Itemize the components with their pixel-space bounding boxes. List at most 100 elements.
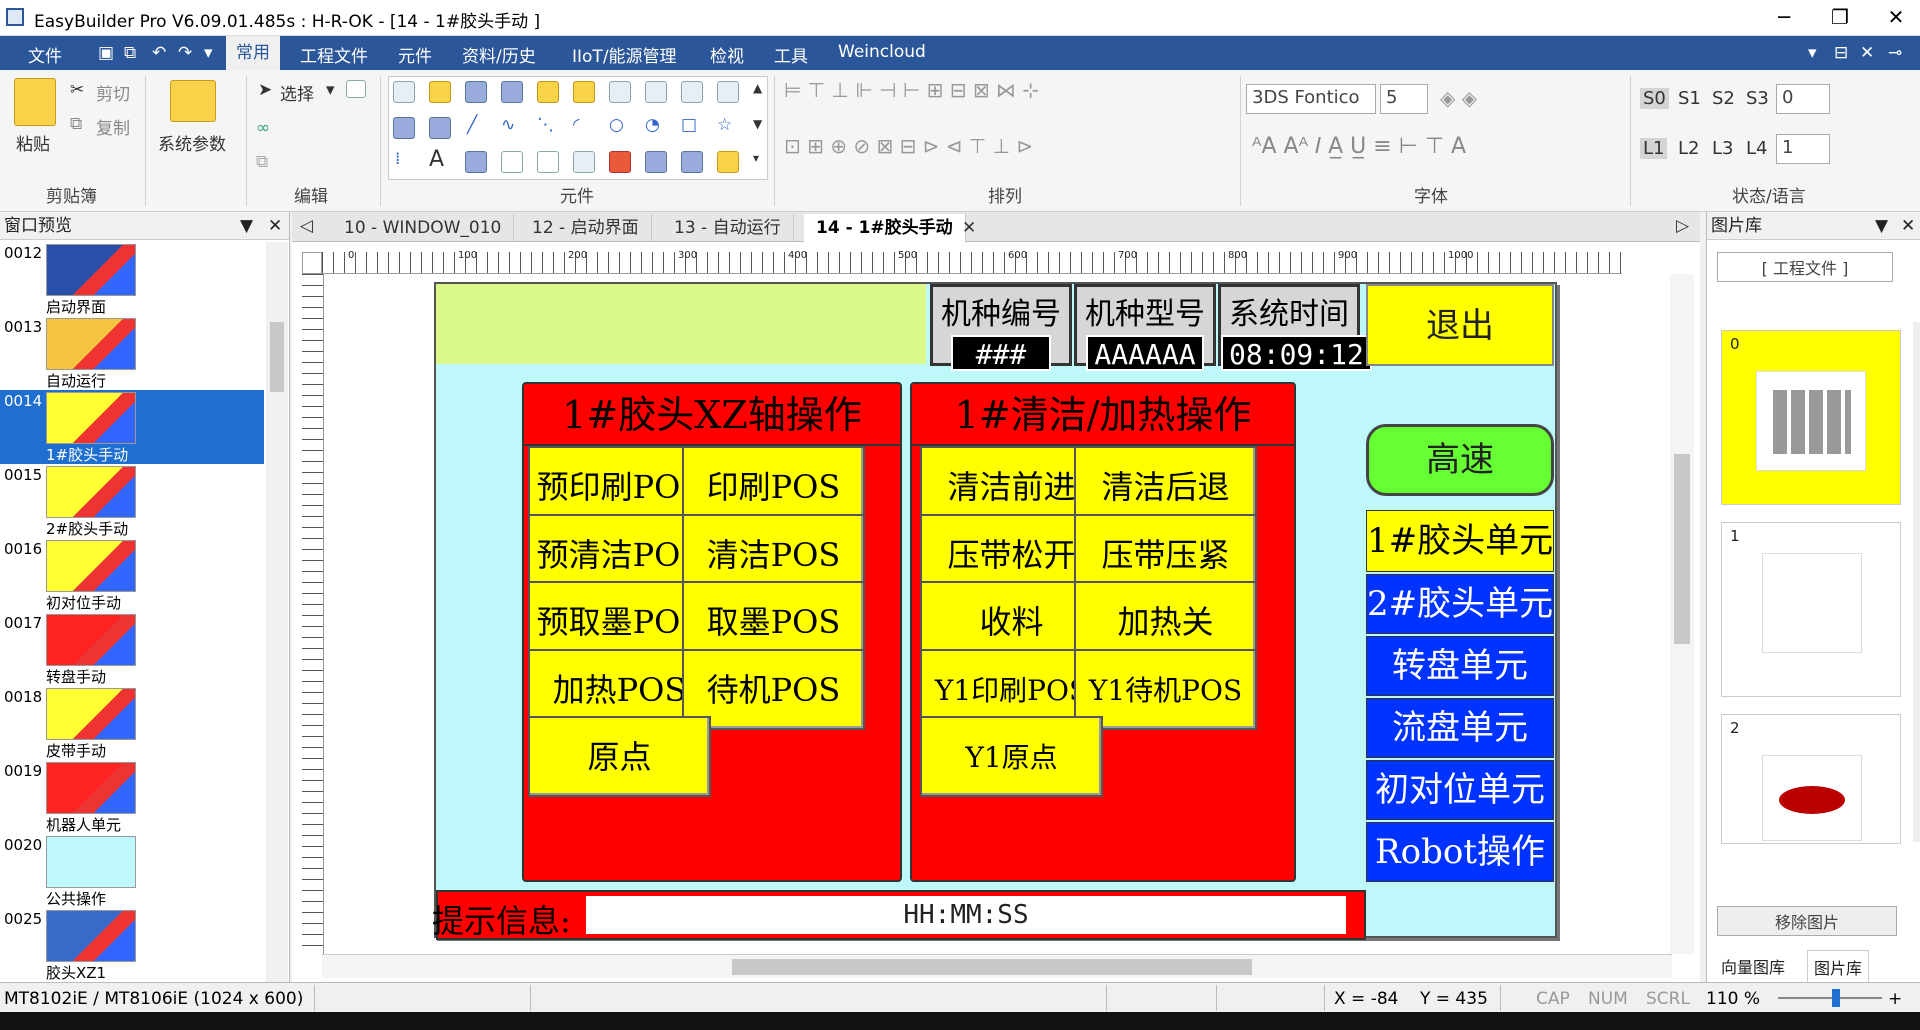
menu-home[interactable]: 常用 [226, 36, 280, 70]
tabs-scroll-right-icon[interactable]: ▷ [1676, 216, 1689, 236]
paste-button[interactable]: 粘贴 [16, 130, 50, 155]
ribbon-options-icon[interactable]: ▾ [1808, 43, 1817, 63]
cut-button[interactable]: 剪切 [96, 80, 130, 105]
list-icon[interactable] [717, 81, 739, 103]
library-source-select[interactable]: [ 工程文件 ] [1717, 252, 1893, 282]
redo-icon[interactable]: ↷ [178, 43, 192, 63]
window-thumbnail[interactable]: 0014 1#胶头手动 [0, 390, 264, 464]
gallery-up-icon[interactable]: ▲ [753, 81, 762, 95]
pin-icon[interactable]: ⊸ [1888, 43, 1902, 63]
save-all-icon[interactable]: ⧉ [124, 43, 136, 63]
window-thumbnail[interactable]: 0013 自动运行 [0, 316, 264, 390]
tab-vector-library[interactable]: 向量图库 [1721, 954, 1785, 978]
table-icon[interactable] [537, 151, 559, 173]
tab-startup[interactable]: 12 - 启动界面 [520, 214, 652, 242]
robot-operation-button[interactable]: Robot操作 [1366, 822, 1554, 882]
library-item-0[interactable]: 0 [1721, 330, 1901, 505]
hmi-screen[interactable]: 机种编号 ### 机种型号 AAAAAA 系统时间 08:09:12 退出 1#… [432, 282, 1557, 940]
library-scrollbar[interactable] [1913, 322, 1920, 842]
group-icon[interactable]: ∞ [256, 118, 270, 138]
language-value-spinner[interactable]: 1 [1776, 134, 1830, 164]
save-icon[interactable]: ▣ [98, 43, 114, 63]
canvas-vscroll-thumb[interactable] [1674, 454, 1690, 644]
zoom-slider-track[interactable] [1778, 997, 1882, 999]
glue-head-1-unit-button[interactable]: 1#胶头单元 [1366, 510, 1554, 572]
set-bit-icon[interactable] [465, 81, 487, 103]
menu-weincloud[interactable]: Weincloud [838, 42, 926, 62]
circle-icon[interactable]: ○ [609, 115, 624, 135]
bit-lamp-red-icon[interactable] [609, 151, 631, 173]
gallery-more-icon[interactable]: ▾ [753, 151, 759, 165]
window-thumbnail[interactable]: 0019 机器人单元 [0, 760, 264, 834]
minimize-button[interactable]: ─ [1756, 0, 1812, 34]
set-bit-2-icon[interactable] [645, 151, 667, 173]
path-icon[interactable]: ⋱ [537, 115, 554, 135]
tab-window-010[interactable]: 10 - WINDOW_010 [332, 214, 515, 242]
window-thumbnail[interactable]: 0020 公共操作 [0, 834, 264, 908]
multi-state-icon[interactable] [609, 81, 631, 103]
flow-tray-unit-button[interactable]: 流盘单元 [1366, 698, 1554, 758]
menu-objects[interactable]: 元件 [398, 42, 432, 67]
canvas-hscroll-thumb[interactable] [732, 959, 1252, 975]
star-icon[interactable]: ☆ [717, 115, 732, 135]
text-format-icons[interactable]: ᴬA Aᴬ 𝐼 A̲ U̲ ≡ ⊢ ⊤ A [1252, 134, 1466, 159]
tab-picture-library[interactable]: 图片库 [1807, 950, 1870, 984]
window-thumbnail[interactable]: 0015 2#胶头手动 [0, 464, 264, 538]
library-item-1[interactable]: 1 [1721, 522, 1901, 697]
tab-close-icon[interactable]: ✕ [962, 218, 976, 238]
set-word-2-icon[interactable] [681, 151, 703, 173]
picture-icon[interactable] [465, 151, 487, 173]
state-s2[interactable]: S2 [1712, 88, 1735, 109]
language-l1[interactable]: L1 [1640, 138, 1668, 159]
numeric-icon[interactable] [393, 117, 415, 139]
bit-lamp-icon[interactable] [393, 81, 415, 103]
ascii-icon[interactable] [429, 117, 451, 139]
lib-dropdown-icon[interactable]: ▼ [1875, 212, 1888, 240]
gallery-down-icon[interactable]: ▼ [753, 117, 762, 131]
preview-scrollbar-thumb[interactable] [270, 322, 284, 392]
language-l2[interactable]: L2 [1678, 138, 1699, 159]
select-dropdown-icon[interactable]: ▾ [326, 80, 335, 100]
zoom-slider-handle[interactable] [1832, 989, 1840, 1007]
maximize-button[interactable]: ❐ [1812, 0, 1868, 34]
arc-icon[interactable]: ◜ [573, 115, 580, 135]
remove-picture-button[interactable]: 移除图片 [1717, 906, 1897, 936]
frame-icon[interactable] [501, 151, 523, 173]
rectangle-icon[interactable]: □ [681, 115, 697, 135]
window-thumbnail[interactable]: 0017 转盘手动 [0, 612, 264, 686]
word-lamp-icon[interactable] [429, 81, 451, 103]
line-icon[interactable]: ╱ [467, 115, 477, 135]
polyline-icon[interactable]: ∿ [501, 115, 515, 135]
tab-glue-head-manual[interactable]: 14 - 1#胶头手动 [804, 214, 966, 242]
toggle-switch-icon[interactable] [573, 81, 595, 103]
window-thumbnail[interactable]: 0012 启动界面 [0, 242, 264, 316]
library-item-2[interactable]: 2 [1721, 714, 1901, 844]
menu-iiot[interactable]: IIoT/能源管理 [572, 42, 677, 67]
state-s1[interactable]: S1 [1678, 88, 1701, 109]
canvas-horizontal-scrollbar[interactable] [322, 954, 1672, 978]
lib-close-icon[interactable]: ✕ [1901, 212, 1915, 240]
menu-file[interactable]: 文件 [28, 42, 62, 67]
system-parameters-button[interactable]: 系统参数 [158, 130, 226, 155]
function-key-2-icon[interactable] [717, 151, 739, 173]
copy-button[interactable]: 复制 [96, 114, 130, 139]
font-size-select[interactable]: 5 [1380, 84, 1428, 114]
order-tools-icon[interactable]: ⊡ ⊞ ⊕ ⊘ ⊠ ⊟ ⊳ ⊲ ⊤ ⊥ ⊳ [784, 134, 1033, 158]
set-word-icon[interactable] [501, 81, 523, 103]
panel-close-icon[interactable]: ✕ [268, 212, 282, 240]
preview-scrollbar[interactable] [266, 242, 288, 982]
close-doc-icon[interactable]: ✕ [1860, 43, 1874, 63]
undo-icon[interactable]: ↶ [152, 43, 166, 63]
restore-doc-icon[interactable]: ⊟ [1834, 43, 1848, 63]
align-tools-icon[interactable]: ⊨ ⊤ ⊥ ⊩ ⊣ ⊢ ⊞ ⊟ ⊠ ⋈ ⊹ [784, 78, 1039, 102]
window-thumbnail[interactable]: 0016 初对位手动 [0, 538, 264, 612]
window-thumbnail[interactable]: 0018 皮带手动 [0, 686, 264, 760]
panel-dropdown-icon[interactable]: ▼ [240, 212, 253, 240]
menu-data-history[interactable]: 资料/历史 [462, 42, 536, 67]
quick-access-dropdown-icon[interactable]: ▾ [204, 43, 213, 63]
function-key-icon[interactable] [537, 81, 559, 103]
text-icon[interactable]: A [429, 147, 444, 172]
tabs-scroll-left-icon[interactable]: ◁ [300, 216, 313, 236]
language-l4[interactable]: L4 [1746, 138, 1767, 159]
font-family-select[interactable]: 3DS Fontico [1246, 84, 1376, 114]
